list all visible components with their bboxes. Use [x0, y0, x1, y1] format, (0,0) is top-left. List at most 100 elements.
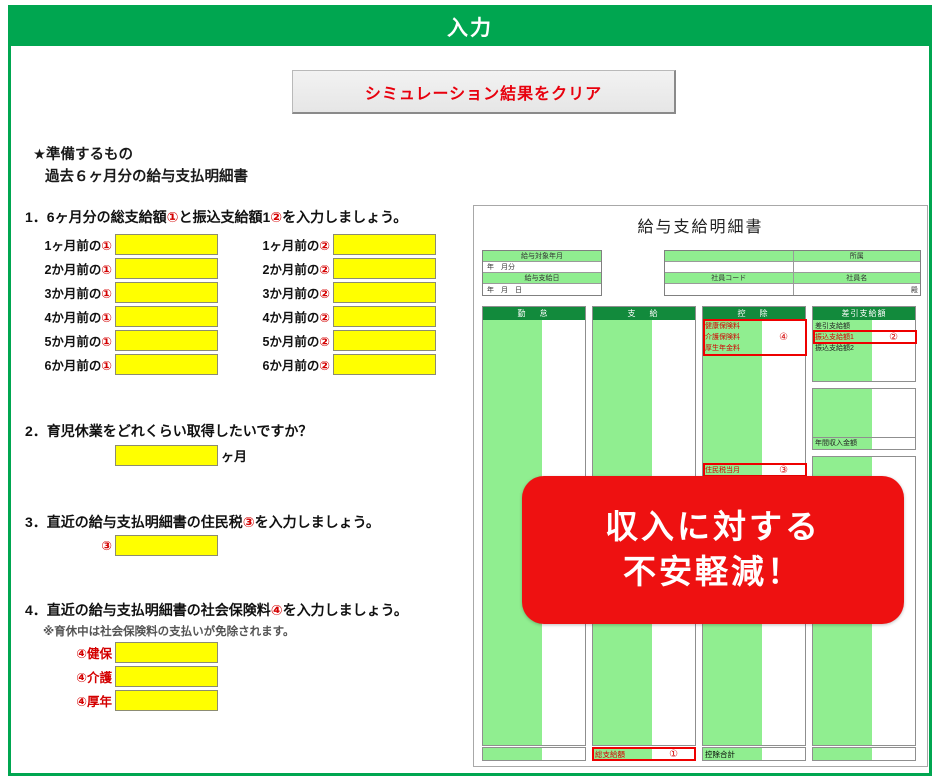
page-title: 入力 — [447, 17, 493, 40]
period-value: 年 月分 — [483, 262, 601, 272]
highlight-box-transfer-1 — [813, 330, 917, 344]
field-row-left-5: 5か月前の① — [43, 330, 218, 351]
section-2-heading: 2．育児休業をどれくらい取得したいですか？ — [25, 421, 312, 441]
input-pension[interactable] — [115, 690, 218, 711]
attendance-header: 勤 怠 — [483, 307, 585, 320]
reassurance-callout: 収入に対する 不安軽減！ — [522, 476, 904, 624]
app-frame: 入力 シミュレーション結果をクリア ★準備するもの 過去６ヶ月分の給与支払明細書… — [8, 5, 932, 776]
section-4-heading: 4．直近の給与支払明細書の社会保険料④を入力しましょう。 — [25, 600, 408, 620]
prepare-line2: 過去６ヶ月分の給与支払明細書 — [45, 169, 248, 186]
field-row-right-3: 3か月前の② — [261, 282, 436, 303]
mark-1-icon: ① — [101, 287, 112, 301]
highlight-box-resident-tax — [703, 463, 807, 477]
input-net-month-2[interactable] — [333, 258, 436, 279]
window-title-bar: 入力 — [11, 8, 929, 46]
input-net-month-6[interactable] — [333, 354, 436, 375]
total-deduction-label: 控除合計 — [705, 749, 735, 759]
section-4-text-a: 直近の給与支払明細書の社会保険料 — [46, 602, 271, 618]
pension-label: ④厚年 — [76, 695, 112, 709]
field-row-right-6: 6か月前の② — [261, 354, 436, 375]
employee-val-blank — [665, 262, 793, 272]
field-row-nursing-insurance: ④介護 — [71, 666, 218, 687]
highlight-box-deduction — [703, 319, 807, 356]
input-net-month-3[interactable] — [333, 282, 436, 303]
mark-1-icon: ① — [101, 359, 112, 373]
section-1-heading: 1．6ヶ月分の総支給額①と振込支給額1②を入力しましょう。 — [25, 207, 407, 227]
field-row-left-2: 2か月前の① — [43, 258, 218, 279]
mark-1-icon: ① — [101, 239, 112, 253]
input-gross-month-4[interactable] — [115, 306, 218, 327]
field-row-left-1: 1ヶ月前の① — [43, 234, 218, 255]
input-gross-month-3[interactable] — [115, 282, 218, 303]
field-label: 5か月前の① — [44, 335, 112, 349]
section-1-text-c: を入力しましょう。 — [282, 209, 408, 225]
field-label: 5か月前の② — [262, 335, 330, 349]
field-label: 2か月前の② — [262, 263, 330, 277]
mark-1-icon: ① — [101, 263, 112, 277]
period-head: 給与対象年月 — [483, 251, 601, 261]
nursing-insurance-label: ④介護 — [76, 671, 112, 685]
section-2-number: 2． — [25, 423, 47, 439]
section-3-text-b: を入力しましょう。 — [254, 514, 380, 530]
field-label: 3か月前の② — [262, 287, 330, 301]
net-header: 差引支給額 — [813, 307, 915, 320]
payslip-title: 給与支給明細書 — [637, 219, 764, 236]
field-label: 3か月前の① — [44, 287, 112, 301]
input-net-month-4[interactable] — [333, 306, 436, 327]
section-1-text-a: 6ヶ月分の総支給額 — [46, 209, 167, 225]
department-value — [792, 262, 920, 272]
mark-3-icon: ③ — [242, 514, 255, 530]
prepare-notice: ★準備するもの 過去６ヶ月分の給与支払明細書 — [33, 144, 248, 189]
input-gross-month-2[interactable] — [115, 258, 218, 279]
field-label: 1ヶ月前の① — [44, 239, 112, 253]
input-net-month-5[interactable] — [333, 330, 436, 351]
paydate-head: 給与支給日 — [483, 273, 601, 283]
clear-simulation-label: シミュレーション結果をクリア — [364, 85, 603, 103]
field-label: 6か月前の① — [44, 359, 112, 373]
payslip-employee-table: 所属 社員コード 社員名 殿 — [664, 250, 921, 296]
resident-tax-mark: ③ — [101, 539, 112, 553]
payslip-bottom-total-deduction: 控除合計 — [702, 747, 806, 761]
section-1-text-b: と振込支給額1 — [178, 209, 271, 225]
field-row-leave-months: ヶ月 — [115, 445, 247, 466]
field-label: 6か月前の② — [262, 359, 330, 373]
input-leave-months[interactable] — [115, 445, 218, 466]
net-body: 差引支給額 振込支給額1 ② 振込支給額2 — [813, 320, 917, 381]
mark-2-icon: ② — [319, 335, 330, 349]
input-gross-month-5[interactable] — [115, 330, 218, 351]
highlight-box-total-paid — [592, 747, 696, 761]
input-nursing-insurance[interactable] — [115, 666, 218, 687]
mark-1-icon: ① — [166, 209, 179, 225]
input-gross-month-1[interactable] — [115, 234, 218, 255]
payslip-period-table: 給与対象年月 年 月分 給与支給日 年 月 日 — [482, 250, 602, 296]
section-3-text-a: 直近の給与支払明細書の住民税 — [46, 514, 243, 530]
mark-2-icon: ② — [319, 287, 330, 301]
field-row-health-insurance: ④健保 — [71, 642, 218, 663]
field-row-right-1: 1ヶ月前の② — [261, 234, 436, 255]
employee-head-blank — [665, 251, 793, 261]
employee-code-value — [665, 284, 793, 295]
mark-2-icon: ② — [270, 209, 283, 225]
field-row-right-4: 4か月前の② — [261, 306, 436, 327]
input-gross-month-6[interactable] — [115, 354, 218, 375]
section-2-text: 育児休業をどれくらい取得したいですか？ — [46, 423, 313, 439]
mark-4-icon: ④ — [270, 602, 283, 618]
employee-name-value: 殿 — [792, 284, 920, 295]
field-label: 1ヶ月前の② — [262, 239, 330, 253]
employee-code-head: 社員コード — [665, 273, 793, 283]
input-resident-tax[interactable] — [115, 535, 218, 556]
department-head: 所属 — [792, 251, 920, 261]
mark-2-icon: ② — [319, 359, 330, 373]
callout-line-2: 不安軽減！ — [623, 553, 803, 590]
input-net-month-1[interactable] — [333, 234, 436, 255]
clear-simulation-button[interactable]: シミュレーション結果をクリア — [292, 70, 676, 114]
payslip-column-net: 差引支給額 差引支給額 振込支給額1 ② 振込支給額2 — [812, 306, 917, 382]
field-label: 4か月前の② — [262, 311, 330, 325]
payslip-annual-income-card: 年間収入金額 — [812, 388, 916, 450]
prepare-heading: ★準備するもの — [33, 147, 133, 163]
field-row-left-3: 3か月前の① — [43, 282, 218, 303]
paydate-value: 年 月 日 — [483, 284, 601, 295]
mark-2-icon: ② — [319, 311, 330, 325]
input-health-insurance[interactable] — [115, 642, 218, 663]
section-3-number: 3． — [25, 514, 47, 530]
